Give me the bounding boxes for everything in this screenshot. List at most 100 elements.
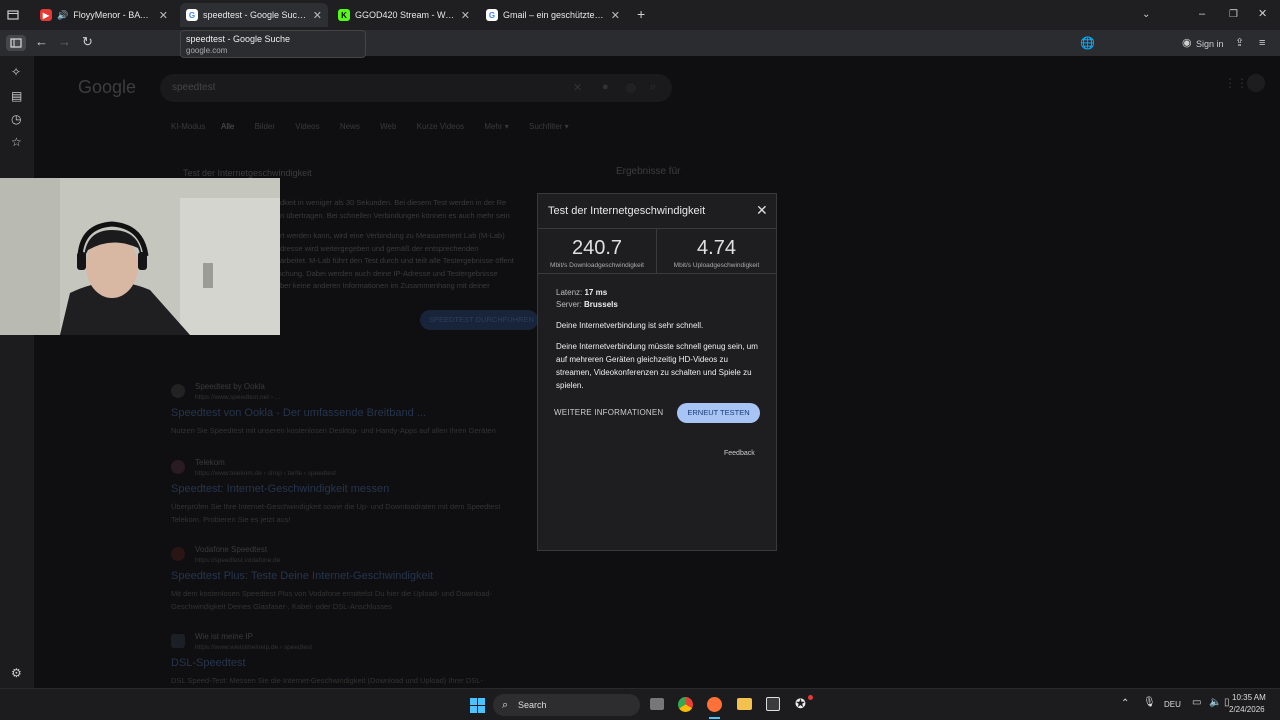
result-title-link[interactable]: Speedtest Plus: Teste Deine Internet-Ges… [171,570,433,582]
file-explorer-icon[interactable] [737,698,752,710]
close-icon[interactable]: ✕ [159,9,168,22]
bookmarks-icon[interactable]: ☆ [11,136,22,148]
upload-label: Mbit/s Uploadgeschwindigkeit [673,262,760,269]
taskbar-search[interactable]: ⌕ Search [493,694,640,716]
tab-speedtest[interactable]: G speedtest - Google Suche ✕ [180,3,328,27]
youtube-icon: ▶ [40,9,52,21]
download-speed: 240.7 [571,237,623,259]
reader-icon[interactable]: ▤ [11,90,22,102]
history-icon[interactable]: ◷ [11,113,21,125]
menu-icon[interactable]: ≡ [1259,37,1265,49]
translate-icon[interactable]: 🌐 [1080,37,1095,49]
close-window-icon[interactable]: ✕ [1258,8,1267,20]
tooltip-url: google.com [186,46,228,55]
tab-suchfilter[interactable]: Suchfilter ▾ [529,122,569,131]
tab-overview-icon[interactable] [7,9,19,23]
restore-icon[interactable]: ❐ [1229,9,1238,21]
volume-icon[interactable]: 🔈 [1209,697,1221,708]
tab-tooltip: speedtest - Google Suche google.com [180,30,366,58]
microphone-icon[interactable]: ● [602,81,609,93]
ai-chat-icon[interactable]: ✧ [11,66,21,78]
language-indicator[interactable]: DEU [1164,700,1181,709]
connection-detail: Deine Internetverbindung müsste schnell … [556,342,758,390]
webcam-overlay [0,178,280,335]
back-icon[interactable]: ← [35,35,48,48]
result-site: Wie ist meine IP [195,632,253,641]
task-view-icon[interactable] [650,698,664,710]
forward-icon[interactable]: → [58,35,71,48]
speaker-icon[interactable]: 🔊 [57,10,68,21]
reload-icon[interactable]: ↻ [82,35,93,48]
tab-label: GGOD420 Stream - Watch Live [355,10,455,20]
tab-news[interactable]: News [340,122,360,131]
tab-ki-modus[interactable]: KI-Modus [171,122,205,131]
close-icon[interactable]: ✕ [611,9,620,22]
active-app-indicator [709,717,720,719]
sign-in-button[interactable]: Sign in [1196,38,1224,50]
download-result: 240.7 Mbit/s Downloadgeschwindigkeit [538,229,657,273]
tab-floyymenor[interactable]: ▶ 🔊 FloyyMenor - BAYAMÓN (V ✕ [34,3,174,27]
lens-icon[interactable]: ◎ [626,81,636,94]
clock-date[interactable]: 2/24/2026 [1229,705,1265,714]
network-icon[interactable]: ▭ [1192,697,1201,708]
firefox-icon[interactable] [707,697,722,712]
tab-ggod420[interactable]: K GGOD420 Stream - Watch Live ✕ [332,3,476,27]
search-input[interactable]: speedtest [172,82,215,93]
store-icon[interactable] [766,697,780,711]
close-icon[interactable]: ✕ [313,9,322,22]
minimize-icon[interactable]: – [1199,8,1205,20]
feedback-link[interactable]: Feedback [724,450,755,457]
tab-bilder[interactable]: Bilder [255,122,275,131]
tab-gmail[interactable]: G Gmail – ein geschützter, KI-ges ✕ [480,3,626,27]
snippet-line: ber keine anderen Informationen im Zusam… [280,281,490,290]
search-icon: ⌕ [502,699,509,711]
close-icon[interactable]: ✕ [461,9,470,22]
result-desc: Nutzen Sie Speedtest mit unseren kostenl… [171,426,496,435]
result-url: https://speedtest.vodafone.de [195,557,281,564]
settings-icon[interactable]: ⚙ [11,667,22,679]
search-box[interactable]: speedtest ✕ ● ◎ ⌕ [160,74,672,102]
chevron-down-icon[interactable]: ⌄ [1142,9,1150,21]
result-desc: Geschwindigkeit Deines Glasfaser-, Kabel… [171,602,392,611]
chrome-icon[interactable] [678,697,693,712]
more-info-button[interactable]: WEITERE INFORMATIONEN [554,408,663,417]
app-icon[interactable]: ✪ [795,696,806,712]
result-desc: Mit dem kostenlosen Speedtest Plus von V… [171,589,493,598]
result-desc: DSL Speed-Test: Messen Sie die Internet-… [171,676,483,685]
download-label: Mbit/s Downloadgeschwindigkeit [550,262,644,269]
clear-icon[interactable]: ✕ [573,81,582,94]
new-tab-icon[interactable]: + [637,7,645,21]
windows-start-icon[interactable] [470,698,485,718]
extensions-icon[interactable]: ⇪ [1235,37,1244,49]
account-icon[interactable]: ◉ [1182,37,1192,49]
result-title-link[interactable]: Speedtest: Internet-Geschwindigkeit mess… [171,483,389,495]
close-icon[interactable]: ✕ [756,202,768,219]
microphone-icon[interactable]: 🎙 [1143,697,1156,708]
run-speedtest-button[interactable]: SPEEDTEST DURCHFÜHREN [420,310,538,330]
result-title-link[interactable]: Speedtest von Ookla - Der umfassende Bre… [171,407,426,419]
result-title-link[interactable]: DSL-Speedtest [171,657,246,669]
vodafone-icon [171,547,185,561]
retest-button[interactable]: ERNEUT TESTEN [677,403,760,423]
tab-mehr[interactable]: Mehr ▾ [484,122,508,131]
tab-videos[interactable]: Videos [295,122,319,131]
taskbar: ⌕ Search ✪ ⌃ 🎙 DEU ▭ 🔈 ▯ 10:35 AM 2/24/2… [0,688,1280,720]
tab-alle[interactable]: Alle [221,122,234,131]
browser-sidebar: ✧ ▤ ◷ ☆ ⚙ [0,56,34,688]
avatar[interactable] [1247,74,1265,92]
latency-value: 17 ms [584,288,608,297]
google-logo[interactable]: Google [78,77,136,98]
clock-time[interactable]: 10:35 AM [1232,693,1266,702]
tooltip-title: speedtest - Google Suche [186,34,291,44]
snippet-line: rt werden kann, wird eine Verbindung zu … [280,231,505,240]
chevron-up-icon[interactable]: ⌃ [1121,698,1129,709]
snippet-line: dkeit in weniger als 30 Sekunden. Bei di… [280,198,507,207]
speedtest-dialog: Test der Internetgeschwindigkeit ✕ 240.7… [537,193,777,551]
server-label: Server: [556,300,582,309]
tab-web[interactable]: Web [380,122,396,131]
site-icon [171,634,185,648]
search-icon[interactable]: ⌕ [650,81,656,94]
tab-kurze-videos[interactable]: Kurze Videos [417,122,464,131]
sidebar-toggle-icon[interactable] [6,35,26,51]
apps-icon[interactable]: ⋮⋮ [1224,76,1248,90]
